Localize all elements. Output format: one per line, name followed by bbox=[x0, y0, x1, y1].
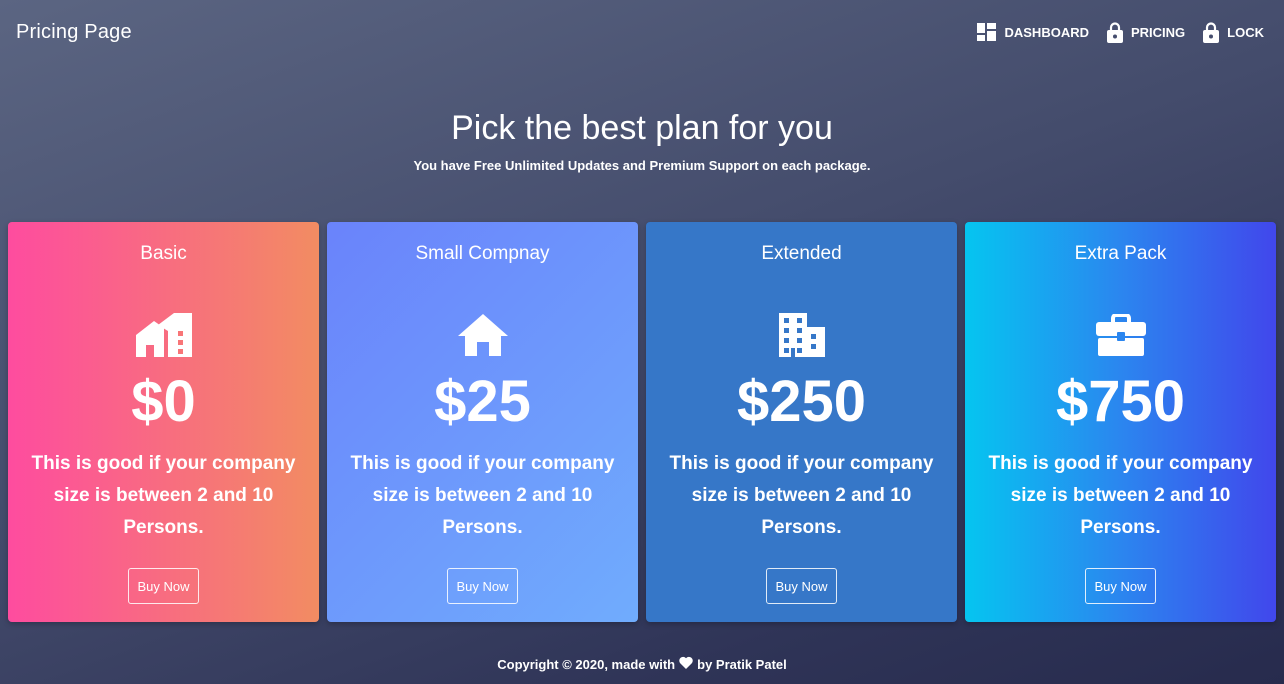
plan-description: This is good if your company size is bet… bbox=[350, 453, 615, 538]
nav-menu: Dashboard Pricing Lock bbox=[968, 14, 1264, 50]
footer-author: by Pratik Patel bbox=[697, 656, 787, 672]
plan-price: $250 bbox=[736, 369, 867, 434]
lock-icon bbox=[1203, 21, 1220, 43]
footer: Copyright © 2020, made with by Pratik Pa… bbox=[0, 656, 1284, 672]
plan-price: $750 bbox=[1055, 369, 1186, 434]
hero-section: Pick the best plan for you You have Free… bbox=[0, 108, 1284, 173]
hero-subtitle: You have Free Unlimited Updates and Prem… bbox=[413, 158, 871, 173]
business-icon bbox=[778, 312, 825, 358]
lock-open-icon bbox=[1106, 21, 1123, 43]
buy-now-button[interactable]: Buy Now bbox=[766, 568, 837, 604]
nav-pricing-link[interactable]: Pricing bbox=[1098, 14, 1194, 50]
heart-icon bbox=[679, 656, 693, 672]
plan-card-basic: Basic $0 This is good if your company si… bbox=[8, 222, 319, 622]
nav-lock-label: Lock bbox=[1227, 24, 1264, 40]
pricing-cards: Basic $0 This is good if your company si… bbox=[8, 222, 1276, 622]
plan-description: This is good if your company size is bet… bbox=[31, 453, 296, 538]
plan-card-extra-pack: Extra Pack $750 This is good if your com… bbox=[965, 222, 1276, 622]
footer-copyright: Copyright © 2020, made with bbox=[497, 656, 676, 672]
nav-pricing-label: Pricing bbox=[1130, 24, 1186, 40]
nav-dashboard-link[interactable]: Dashboard bbox=[968, 14, 1098, 50]
plan-price: $25 bbox=[434, 369, 531, 434]
nav-dashboard-label: Dashboard bbox=[1004, 24, 1089, 40]
plan-card-small-company: Small Compnay $25 This is good if your c… bbox=[327, 222, 638, 622]
buy-now-button[interactable]: Buy Now bbox=[447, 568, 518, 604]
top-navbar: Pricing Page Dashboard Pricing Lock bbox=[0, 0, 1284, 64]
plan-price: $0 bbox=[131, 369, 196, 434]
plan-description: This is good if your company size is bet… bbox=[669, 453, 934, 538]
homes-icon bbox=[135, 312, 192, 358]
buy-now-button[interactable]: Buy Now bbox=[128, 568, 199, 604]
home-icon bbox=[457, 312, 508, 358]
plan-description: This is good if your company size is bet… bbox=[988, 453, 1253, 538]
hero-title: Pick the best plan for you bbox=[451, 109, 833, 147]
buy-now-button[interactable]: Buy Now bbox=[1085, 568, 1156, 604]
page-title: Pricing Page bbox=[16, 20, 132, 43]
dashboard-icon bbox=[977, 23, 997, 41]
plan-name: Extended bbox=[761, 243, 842, 264]
plan-card-extended: Extended $250 This is good if your compa… bbox=[646, 222, 957, 622]
plan-name: Basic bbox=[140, 243, 187, 264]
nav-lock-link[interactable]: Lock bbox=[1194, 14, 1264, 50]
plan-name: Small Compnay bbox=[415, 243, 550, 264]
briefcase-icon bbox=[1095, 312, 1146, 358]
plan-name: Extra Pack bbox=[1074, 243, 1167, 264]
